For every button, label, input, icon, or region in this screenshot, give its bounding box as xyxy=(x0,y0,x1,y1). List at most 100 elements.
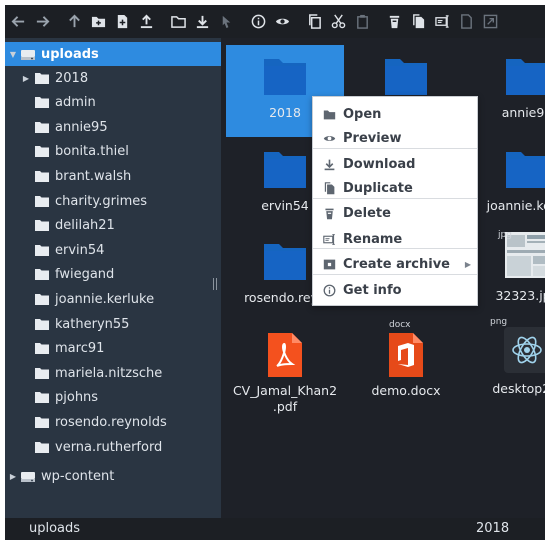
menu-item-create-archive[interactable]: Create archive ▶ xyxy=(313,252,477,276)
menu-separator xyxy=(313,248,477,249)
file-name: desktop2.P xyxy=(492,381,545,396)
resize-icon[interactable] xyxy=(479,11,501,33)
file-name: CV_Jamal_Khan2 .pdf xyxy=(232,383,338,414)
status-selection: 2018 xyxy=(476,521,510,536)
menu-separator xyxy=(313,198,477,199)
menu-item-open[interactable]: Open xyxy=(313,102,477,126)
tree-item-ervin54[interactable]: ervin54 xyxy=(5,238,221,262)
file-item[interactable]: png desktop2.P xyxy=(468,317,545,415)
copy-icon[interactable] xyxy=(303,11,325,33)
tree-item-verna-rutherford[interactable]: verna.rutherford xyxy=(5,435,221,459)
submenu-arrow-icon: ▶ xyxy=(464,259,471,269)
menu-item-preview[interactable]: Preview xyxy=(313,126,477,150)
panel-resize-handle[interactable] xyxy=(213,278,217,290)
pointer-icon[interactable] xyxy=(215,11,237,33)
menu-item-duplicate[interactable]: Duplicate xyxy=(313,176,477,200)
duplicate-icon[interactable] xyxy=(407,11,429,33)
menu-item-label: Open xyxy=(343,106,382,122)
folder-icon xyxy=(35,170,55,182)
tree-label: annie95 xyxy=(55,119,108,135)
tree-item-joannie-kerluke[interactable]: joannie.kerluke xyxy=(5,287,221,311)
folder-icon xyxy=(35,146,55,158)
file-item[interactable]: joannie.kerlu xyxy=(468,138,545,230)
upload-icon[interactable] xyxy=(135,11,157,33)
tree-item-rosendo-reynolds[interactable]: rosendo.reynolds xyxy=(5,410,221,434)
folder-icon xyxy=(35,195,55,207)
file-item[interactable]: CV_Jamal_Khan2 .pdf xyxy=(226,323,344,415)
status-bar: uploads 2018 xyxy=(5,518,545,540)
tree-item-fwiegand[interactable]: fwiegand xyxy=(5,263,221,287)
tree-item-marc91[interactable]: marc91 xyxy=(5,337,221,361)
tree-item-pjohns[interactable]: pjohns xyxy=(5,386,221,410)
eye-icon[interactable] xyxy=(271,11,293,33)
edit-icon[interactable] xyxy=(455,11,477,33)
eye-icon xyxy=(321,130,337,146)
tree-label: charity.grimes xyxy=(55,193,148,209)
folder-icon xyxy=(35,293,55,305)
clipboard-icon[interactable] xyxy=(351,11,373,33)
folder-tree: ▼ uploads ▶ 2018 admin annie95 bonita.thiel b… xyxy=(5,38,221,518)
file-name: demo.docx xyxy=(371,383,441,398)
folder-open-icon xyxy=(321,106,337,122)
download-icon xyxy=(321,156,337,172)
tree-label: pjohns xyxy=(55,390,99,406)
file-item[interactable]: jpg 32323.jpg xyxy=(468,230,545,322)
context-menu: Open Preview Download Duplicate Delete Rename… xyxy=(312,96,478,306)
caret-right-icon[interactable]: ▶ xyxy=(5,74,35,83)
open-folder-icon[interactable] xyxy=(167,11,189,33)
tree-label: brant.walsh xyxy=(55,168,132,184)
file-name: joannie.kerlu xyxy=(486,198,545,213)
forward-icon[interactable] xyxy=(31,11,53,33)
menu-item-label: Preview xyxy=(343,130,402,146)
menu-item-delete[interactable]: Delete xyxy=(313,201,477,225)
archive-icon xyxy=(321,256,337,272)
download-icon[interactable] xyxy=(191,11,213,33)
pdf-file-icon xyxy=(226,333,344,377)
folder-icon xyxy=(468,57,545,101)
folder-icon xyxy=(347,57,465,101)
up-icon[interactable] xyxy=(63,11,85,33)
tree-label: katheryn55 xyxy=(55,316,130,332)
file-manager-window: ▼ uploads ▶ 2018 admin annie95 bonita.thiel b… xyxy=(5,5,545,540)
caret-down-icon[interactable]: ▼ xyxy=(5,50,21,59)
drive-icon xyxy=(21,471,35,482)
back-icon[interactable] xyxy=(7,11,29,33)
folder-icon xyxy=(468,150,545,194)
folder-icon xyxy=(35,441,55,453)
tree-item-uploads[interactable]: ▼ uploads xyxy=(5,42,221,66)
tree-item-katheryn55[interactable]: katheryn55 xyxy=(5,312,221,336)
tree-item-annie95[interactable]: annie95 xyxy=(5,115,221,139)
rename-icon[interactable] xyxy=(431,11,453,33)
scissors-icon[interactable] xyxy=(327,11,349,33)
tree-label: verna.rutherford xyxy=(55,439,163,455)
menu-item-get-info[interactable]: Get info xyxy=(313,278,477,302)
electron-app-icon xyxy=(468,327,545,373)
menu-item-download[interactable]: Download xyxy=(313,152,477,176)
tree-item-admin[interactable]: admin xyxy=(5,91,221,115)
file-item[interactable]: docx demo.docx xyxy=(347,320,465,415)
file-name: 32323.jpg xyxy=(495,288,545,303)
tree-item-2018[interactable]: ▶ 2018 xyxy=(5,66,221,90)
file-extension-label: jpg xyxy=(498,230,512,240)
docx-file-icon xyxy=(347,333,465,377)
folder-icon xyxy=(35,121,55,133)
tree-item-bonita-thiel[interactable]: bonita.thiel xyxy=(5,140,221,164)
new-folder-icon[interactable] xyxy=(87,11,109,33)
folder-icon xyxy=(226,57,344,101)
tree-item-brant-walsh[interactable]: brant.walsh xyxy=(5,164,221,188)
tree-label: bonita.thiel xyxy=(55,144,129,160)
info-icon[interactable] xyxy=(247,11,269,33)
tree-item-mariela-nitzsche[interactable]: mariela.nitzsche xyxy=(5,361,221,385)
tree-item-charity-grimes[interactable]: charity.grimes xyxy=(5,189,221,213)
file-item[interactable]: annie95 xyxy=(468,45,545,137)
status-path: uploads xyxy=(29,521,81,536)
menu-item-label: Download xyxy=(343,156,416,172)
tree-item-delilah21[interactable]: delilah21 xyxy=(5,214,221,238)
trash-icon[interactable] xyxy=(383,11,405,33)
caret-right-icon[interactable]: ▶ xyxy=(5,472,21,481)
tree-item-wp-content[interactable]: ▶ wp-content xyxy=(5,464,221,488)
new-file-icon[interactable] xyxy=(111,11,133,33)
file-extension-label: png xyxy=(490,317,508,327)
drive-icon xyxy=(21,49,35,60)
info-icon xyxy=(321,282,337,298)
